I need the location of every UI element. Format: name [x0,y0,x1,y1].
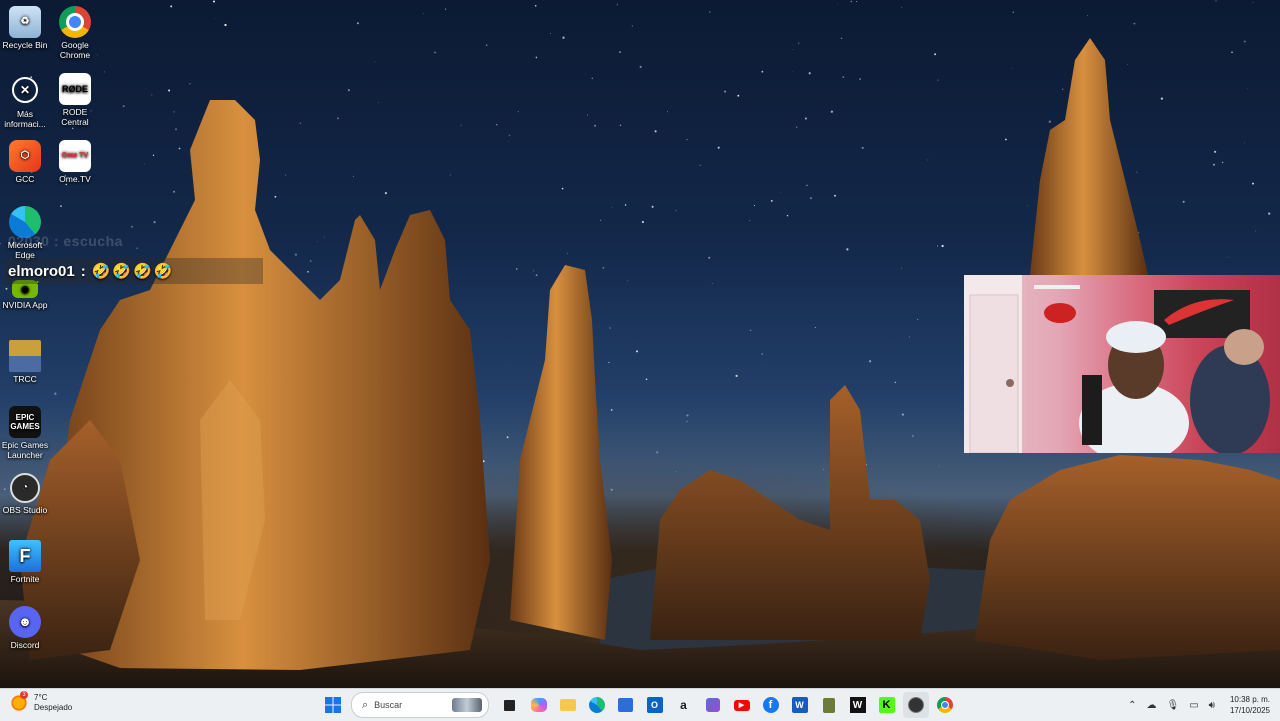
search-placeholder: Buscar [374,700,403,710]
taskbar-center: ⌕ Buscar O a ▶ f W W K [318,691,959,719]
network-icon[interactable]: ▭ [1189,700,1198,711]
gcc-icon: ⬡ [9,140,41,172]
outlook-icon[interactable]: O [642,692,668,718]
chat-username: elmoro01 [8,262,75,280]
webcam-feed [964,275,1270,453]
microphone-icon[interactable]: 🎙︎ [1166,700,1179,711]
desktop-icon-nvidia-app[interactable]: ◉ NVIDIA App [0,280,50,310]
desktop-icon-gcc[interactable]: ⬡ GCC [0,140,50,184]
desktop-icon-mas-informacion[interactable]: ✕ Más informaci... [0,73,50,129]
clock-time: 10:38 p. m. [1229,695,1270,704]
desktop-icon-label: Recycle Bin [2,40,48,50]
taskbar: 3 7°C Despejado ⌕ Buscar O a ▶ f W W K ⌃… [0,688,1280,721]
weather-description: Despejado [34,703,73,712]
system-tray: ⌃ ☁ 🎙︎ ▭ 🔊︎ 10:38 p. m. 17/10/2025 [1123,692,1270,718]
chat-separator: : [80,262,86,280]
desktop-icon-ome-tv[interactable]: Ome TV Ome.TV [50,140,100,184]
desktop-icon-label: Ome.TV [59,174,91,184]
fortnite-icon: F [9,540,41,572]
search-highlight-image [452,698,482,712]
desktop-icon-label: Fortnite [10,574,40,584]
desktop-icon-recycle-bin[interactable]: ♻ Recycle Bin [0,6,50,50]
desktop-icon-trcc[interactable]: TRCC [0,340,50,384]
clock[interactable]: 10:38 p. m. 17/10/2025 [1230,694,1270,716]
windows-start-icon[interactable] [320,692,346,718]
search-icon: ⌕ [362,698,369,711]
task-view-icon[interactable] [497,692,523,718]
obs-icon[interactable] [902,692,929,718]
clipboard-icon[interactable] [816,692,842,718]
webcam-overlay [964,275,1280,453]
discord-icon: ☻ [9,606,41,638]
chrome-icon[interactable] [932,692,958,718]
youtube-icon[interactable]: ▶ [729,692,755,718]
obs-icon: ◔ [10,473,40,503]
weather-sun-icon: 3 [10,691,28,712]
chat-message: elmoro01 : 🤣🤣🤣🤣 [4,258,263,284]
clock-date: 17/10/2025 [1229,706,1270,715]
desktop-icon-google-chrome[interactable]: Google Chrome [50,6,100,60]
ometv-icon: Ome TV [59,140,91,172]
desktop-icon-label: Google Chrome [59,40,91,60]
taskbar-search-input[interactable]: ⌕ Buscar [351,692,489,718]
desktop-icon-label: GCC [15,174,35,184]
trcc-icon [9,340,41,372]
info-icon: ✕ [12,77,38,103]
desktop-icon-discord[interactable]: ☻ Discord [0,606,50,650]
chrome-icon [59,6,91,38]
desktop-icon-label: TRCC [13,374,37,384]
word-icon[interactable]: W [787,692,813,718]
copilot-icon[interactable] [526,692,552,718]
store-icon[interactable] [613,692,639,718]
chat-emojis: 🤣🤣🤣🤣 [91,263,175,280]
desktop-icon-fortnite[interactable]: F Fortnite [0,540,50,584]
kick-icon[interactable]: K [874,692,900,718]
amazon-icon[interactable]: a [671,692,697,718]
desktop-icon-label: Discord [10,640,40,650]
app-icon[interactable] [700,692,726,718]
desktop-icon-epic-games[interactable]: EPIC GAMES Epic Games Launcher [0,406,50,460]
desktop-icon-label: OBS Studio [2,505,48,515]
desktop-icon-rode-central[interactable]: RØDE RODE Central [50,73,100,127]
chevron-up-icon[interactable]: ⌃ [1128,700,1136,711]
facebook-icon[interactable]: f [758,692,784,718]
weather-temperature: 7°C [34,693,48,702]
cloud-icon[interactable]: ☁ [1146,700,1156,711]
recycle-bin-icon: ♻ [9,6,41,38]
desktop-icon-obs-studio[interactable]: ◔ OBS Studio [0,473,50,515]
desktop-icon-label: NVIDIA App [2,300,48,310]
desktop-icon-label: Más informaci... [4,109,46,129]
desktop-icon-label: RODE Central [61,107,89,127]
weather-widget[interactable]: 3 7°C Despejado [10,691,73,713]
desktop-icon-label: Epic Games Launcher [1,440,49,460]
file-explorer-icon[interactable] [555,692,581,718]
edge-icon[interactable] [584,692,610,718]
weather-badge: 3 [20,691,28,699]
epic-games-icon: EPIC GAMES [9,406,41,438]
volume-icon[interactable]: 🔊︎ [1209,700,1215,711]
desktop: ♻ Recycle Bin Google Chrome ✕ Más inform… [0,0,1280,688]
chat-faded-message: 02030 : escucha [8,233,123,249]
w-app-icon[interactable]: W [845,692,871,718]
rode-icon: RØDE [59,73,91,105]
